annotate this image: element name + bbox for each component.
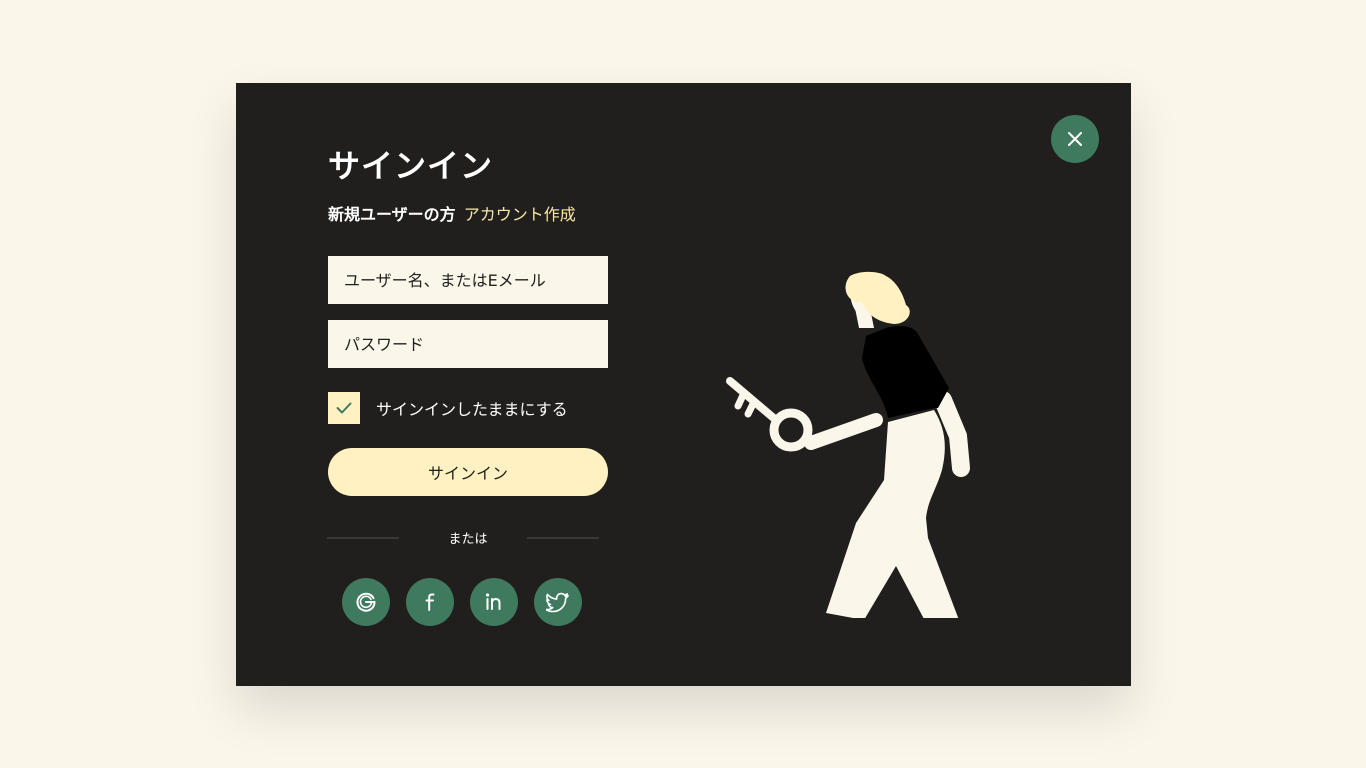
person-with-key-illustration <box>726 271 970 618</box>
facebook-icon <box>425 593 435 611</box>
close-icon <box>1068 132 1082 146</box>
new-user-text: 新規ユーザーの方 <box>328 205 456 224</box>
page-title: サインイン <box>328 147 494 185</box>
divider-line-left <box>327 537 399 539</box>
linkedin-signin-button[interactable] <box>470 578 518 626</box>
facebook-signin-button[interactable] <box>406 578 454 626</box>
remember-me-label: サインインしたままにする <box>376 400 568 419</box>
google-signin-button[interactable] <box>342 578 390 626</box>
username-email-input[interactable] <box>328 256 608 304</box>
remember-me-toggle[interactable]: サインインしたままにする <box>328 392 568 424</box>
signin-modal: サインイン 新規ユーザーの方アカウント作成 サインインしたままにする サインイン… <box>236 83 1131 686</box>
close-button[interactable] <box>1051 115 1099 163</box>
password-input[interactable] <box>328 320 608 368</box>
divider-line-right <box>527 537 599 539</box>
twitter-icon <box>546 592 569 613</box>
twitter-signin-button[interactable] <box>534 578 582 626</box>
create-account-link[interactable]: アカウント作成 <box>464 205 576 224</box>
remember-me-checkbox[interactable] <box>328 392 360 424</box>
new-user-line: 新規ユーザーの方 アカウント作成 <box>328 201 576 225</box>
linkedin-icon <box>485 593 501 610</box>
signin-button[interactable]: サインイン <box>328 448 608 496</box>
divider-text: または <box>448 532 488 547</box>
google-icon <box>356 592 376 612</box>
checkmark-icon <box>336 402 352 414</box>
